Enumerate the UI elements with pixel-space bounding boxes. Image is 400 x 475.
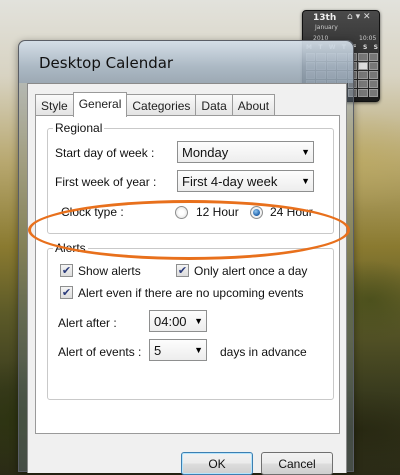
- regional-legend: Regional: [53, 121, 105, 135]
- first-week-dropdown[interactable]: First 4-day week ▼: [177, 170, 314, 192]
- gadget-time: 10:05: [359, 35, 377, 42]
- start-day-label: Start day of week :: [55, 146, 155, 160]
- alert-after-value: 04:00: [154, 314, 187, 329]
- only-once-a-day-label[interactable]: Only alert once a day: [194, 264, 307, 278]
- tab-about[interactable]: About: [231, 94, 276, 116]
- gadget-day-cell[interactable]: [368, 53, 378, 61]
- radio-12-hour-label[interactable]: 12 Hour: [196, 205, 239, 219]
- gadget-today-cell[interactable]: [358, 62, 368, 70]
- tab-style[interactable]: Style: [35, 94, 74, 116]
- regional-group: Regional Start day of week : Monday ▼ Fi…: [47, 121, 334, 234]
- gadget-day-cell[interactable]: [368, 80, 378, 88]
- no-upcoming-events-checkbox[interactable]: ✔: [60, 286, 73, 299]
- chevron-down-icon: ▼: [301, 176, 310, 186]
- alerts-legend: Alerts: [53, 241, 88, 255]
- cancel-button[interactable]: Cancel: [261, 452, 333, 475]
- gadget-day: 13th: [313, 13, 337, 23]
- start-day-value: Monday: [182, 145, 229, 160]
- window-title: Desktop Calendar: [39, 54, 174, 72]
- tab-categories[interactable]: Categories: [126, 94, 197, 116]
- start-day-dropdown[interactable]: Monday ▼: [177, 141, 314, 163]
- gadget-day-cell[interactable]: [368, 71, 378, 79]
- radio-24-hour-label[interactable]: 24 Hour: [270, 205, 313, 219]
- gadget-weekday: S: [373, 44, 378, 51]
- gadget-day-cell[interactable]: [368, 89, 378, 97]
- title-bar[interactable]: Desktop Calendar: [19, 41, 353, 83]
- first-week-value: First 4-day week: [182, 174, 278, 189]
- gadget-month: January: [315, 24, 338, 31]
- alert-of-events-label: Alert of events :: [58, 345, 142, 359]
- show-alerts-checkbox[interactable]: ✔: [60, 264, 73, 277]
- gadget-day-cell[interactable]: [358, 89, 368, 97]
- radio-24-hour[interactable]: [250, 206, 263, 219]
- alert-of-events-dropdown[interactable]: 5 ▼: [149, 339, 207, 361]
- tab-general[interactable]: General: [72, 92, 128, 117]
- first-week-label: First week of year :: [55, 175, 157, 189]
- gadget-controls-icon[interactable]: ⌂ ▾ ✕: [347, 12, 371, 22]
- radio-12-hour[interactable]: [175, 206, 188, 219]
- desktop-calendar-dialog: Desktop Calendar Style General Categorie…: [18, 40, 354, 475]
- chevron-down-icon: ▼: [194, 316, 203, 326]
- gadget-day-cell[interactable]: [368, 62, 378, 70]
- days-in-advance-label: days in advance: [220, 345, 307, 359]
- alert-after-label: Alert after :: [58, 316, 117, 330]
- ok-button[interactable]: OK: [181, 452, 253, 475]
- chevron-down-icon: ▼: [301, 147, 310, 157]
- tab-data[interactable]: Data: [195, 94, 233, 116]
- alerts-group: Alerts ✔ Show alerts ✔ Only alert once a…: [47, 241, 334, 400]
- alert-of-events-value: 5: [154, 343, 162, 358]
- only-once-a-day-checkbox[interactable]: ✔: [176, 264, 189, 277]
- show-alerts-label[interactable]: Show alerts: [78, 264, 141, 278]
- gadget-day-cell[interactable]: [358, 53, 368, 61]
- tab-strip: Style General Categories Data About: [35, 92, 276, 117]
- clock-type-label: Clock type :: [61, 205, 124, 219]
- general-tab-panel: Regional Start day of week : Monday ▼ Fi…: [35, 115, 340, 434]
- dialog-client-area: Style General Categories Data About Regi…: [27, 83, 347, 475]
- alert-after-dropdown[interactable]: 04:00 ▼: [149, 310, 207, 332]
- chevron-down-icon: ▼: [194, 345, 203, 355]
- gadget-weekday: S: [362, 44, 368, 51]
- gadget-day-cell[interactable]: [358, 71, 368, 79]
- gadget-day-cell[interactable]: [358, 80, 368, 88]
- no-upcoming-events-label[interactable]: Alert even if there are no upcoming even…: [78, 286, 303, 300]
